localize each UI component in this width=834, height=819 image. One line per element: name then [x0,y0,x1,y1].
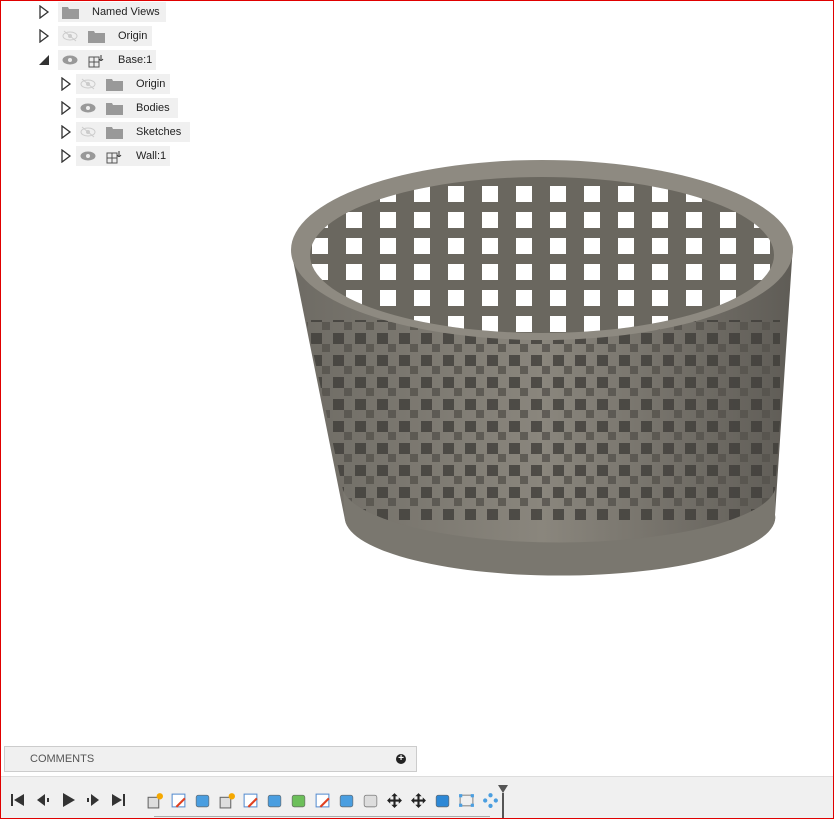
collapse-arrow-icon[interactable] [38,53,50,67]
step-back-button[interactable] [35,793,51,807]
expand-arrow-icon[interactable] [60,101,72,115]
eye-icon[interactable] [80,150,96,162]
tree-node-label: Named Views [92,6,160,18]
component-anchor-icon [106,151,122,164]
timeline-ruler [154,813,490,817]
tree-node-pill[interactable]: Sketches [76,122,190,142]
component-anchor-icon [88,55,104,68]
step-forward-button[interactable] [85,793,101,807]
expand-arrow-icon[interactable] [60,125,72,139]
tree-node-pill[interactable]: Origin [76,74,170,94]
tree-node-label: Bodies [136,102,170,114]
tree-node-pill[interactable]: Named Views [58,2,166,22]
timeline-move-icon[interactable] [386,792,403,809]
timeline-bar [0,776,834,819]
expand-arrow-icon[interactable] [38,29,50,43]
timeline-sketch-icon[interactable] [314,792,331,809]
timeline-circular-pattern-icon[interactable] [482,792,499,809]
play-button[interactable] [60,793,76,807]
timeline-sketch-icon[interactable] [170,792,187,809]
tree-node-label: Origin [118,30,148,42]
go-to-end-button[interactable] [110,793,126,807]
expand-arrow-icon[interactable] [60,149,72,163]
comments-label: COMMENTS [30,753,95,765]
timeline-joint-icon[interactable] [362,792,379,809]
tree-node[interactable]: Base:1 [0,50,200,70]
eye-icon[interactable] [62,54,78,66]
timeline-sweep-icon[interactable] [290,792,307,809]
tree-node[interactable]: Origin [0,26,200,46]
timeline-combine-icon[interactable] [434,792,451,809]
expand-arrow-icon[interactable] [60,77,72,91]
timeline-sketch-icon[interactable] [242,792,259,809]
eye-icon[interactable] [80,102,96,114]
tree-node[interactable]: Named Views [0,2,200,22]
folder-icon [88,31,105,43]
tree-node[interactable]: Bodies [0,98,200,118]
tree-node-label: Wall:1 [136,150,167,162]
comments-panel[interactable]: COMMENTS + [4,746,417,772]
viewport-3d[interactable] [280,150,810,590]
tree-node-label: Base:1 [118,54,153,66]
timeline-move-icon[interactable] [410,792,427,809]
timeline-new-component-icon[interactable] [218,792,235,809]
tree-node-label: Sketches [136,126,182,138]
eye-hidden-icon[interactable] [62,30,78,42]
tree-node-pill[interactable]: Wall:1 [76,146,170,166]
go-to-start-button[interactable] [10,793,26,807]
timeline-revolve-icon[interactable] [266,792,283,809]
tree-node[interactable]: Sketches [0,122,200,142]
add-comment-icon[interactable]: + [396,754,406,764]
eye-hidden-icon[interactable] [80,126,96,138]
timeline-new-component-icon[interactable] [146,792,163,809]
timeline-pattern-sketch-icon[interactable] [458,792,475,809]
tree-node[interactable]: Wall:1 [0,146,200,166]
tree-node-pill[interactable]: Origin [58,26,152,46]
timeline-pipe-icon[interactable] [338,792,355,809]
tree-node-pill[interactable]: Base:1 [58,50,156,70]
timeline-marker[interactable] [498,785,508,819]
tree-node-pill[interactable]: Bodies [76,98,178,118]
folder-icon [106,103,123,115]
folder-icon [106,79,123,91]
eye-hidden-icon[interactable] [80,78,96,90]
tree-node[interactable]: Origin [0,74,200,94]
expand-arrow-icon[interactable] [38,5,50,19]
timeline-extrude-icon[interactable] [194,792,211,809]
folder-icon [62,7,79,19]
tree-node-label: Origin [136,78,166,90]
folder-icon [106,127,123,139]
